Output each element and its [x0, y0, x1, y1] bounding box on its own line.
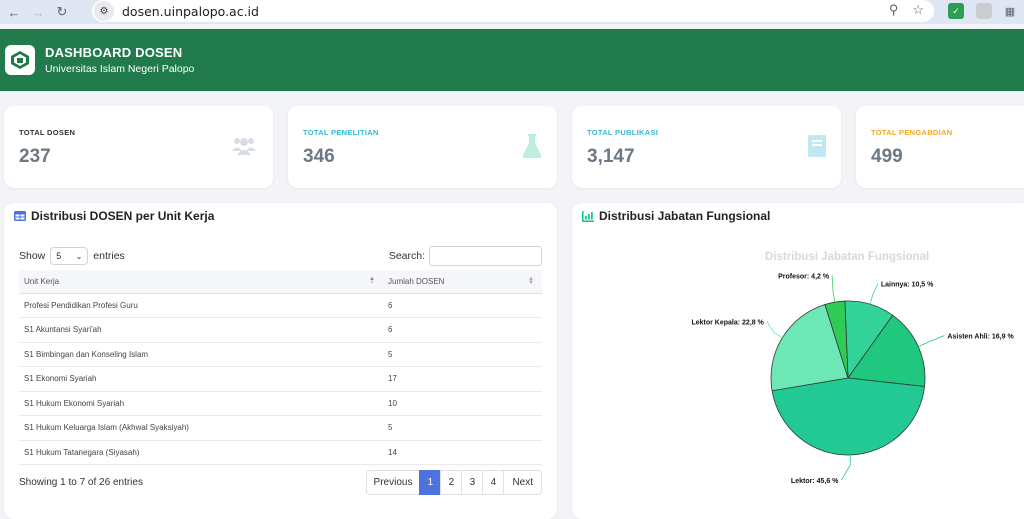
stat-card-total-pengabdian: TOTAL PENGABDIAN 499 — [856, 106, 1024, 188]
stat-label: TOTAL PUBLIKASI — [587, 128, 659, 137]
flask-icon — [522, 134, 542, 158]
stat-label: TOTAL PENELITIAN — [303, 128, 379, 137]
pagination-page-2[interactable]: 2 — [440, 469, 463, 495]
column-header-label: Jumlah DOSEN — [388, 276, 445, 286]
stat-value: 237 — [19, 146, 51, 167]
page-length-select[interactable]: 5 ⌄ — [50, 247, 89, 265]
pagination-page-3[interactable]: 3 — [461, 469, 484, 495]
cell-unit: Profesi Pendidikan Profesi Guru — [19, 293, 383, 318]
unit-kerja-panel: Distribusi DOSEN per Unit Kerja Show 5 ⌄… — [4, 203, 557, 519]
pie-slice[interactable] — [771, 377, 925, 456]
pie-label: Profesor: 4,2 % — [778, 273, 830, 280]
cell-unit: S1 Akuntansi Syari'ah — [19, 317, 383, 343]
cell-unit: S1 Bimbingan dan Konseling Islam — [19, 342, 383, 367]
cell-unit: S1 Ekonomi Syariah — [19, 366, 383, 392]
pagination-page-4[interactable]: 4 — [482, 469, 505, 495]
column-header-label: Unit Kerja — [24, 276, 60, 286]
pie-connector — [869, 283, 879, 305]
back-icon[interactable]: ← — [4, 2, 24, 22]
sort-icon: ▲ ▼ — [528, 276, 534, 286]
cell-count: 17 — [383, 366, 542, 392]
stat-value: 346 — [303, 146, 335, 167]
cell-count: 6 — [383, 317, 542, 343]
entries-label: entries — [93, 250, 125, 262]
column-header-unit-kerja[interactable]: Unit Kerja ▲ ▼ — [19, 270, 383, 294]
stat-label: TOTAL PENGABDIAN — [871, 128, 953, 137]
logo-icon — [11, 51, 29, 69]
table-row: S1 Bimbingan dan Konseling Islam 5 — [19, 342, 542, 367]
zoom-icon[interactable]: ⚲ — [889, 2, 899, 18]
stat-value: 499 — [871, 146, 903, 167]
chevron-down-icon: ⌄ — [75, 251, 83, 261]
pie-connector — [831, 275, 836, 303]
reload-icon[interactable]: ↻ — [52, 2, 72, 22]
cell-count: 5 — [383, 342, 542, 367]
pie-connector — [918, 335, 945, 347]
table-info: Showing 1 to 7 of 26 entries — [19, 476, 143, 488]
sort-asc-icon: ▲ ▼ — [369, 276, 375, 286]
address-bar[interactable]: ⚙ dosen.uinpalopo.ac.id ⚲ ☆ — [92, 0, 934, 22]
unit-kerja-table: Unit Kerja ▲ ▼ Jumlah DOSEN ▲ ▼ Profesi Pe… — [19, 270, 542, 465]
jabatan-chart-panel: Distribusi Jabatan Fungsional Distribusi… — [572, 203, 1024, 519]
puzzle-icon[interactable]: ▦ — [1002, 3, 1018, 19]
pagination-previous[interactable]: Previous — [365, 469, 421, 495]
url-text: dosen.uinpalopo.ac.id — [122, 3, 259, 19]
table-row: S1 Akuntansi Syari'ah 6 — [19, 317, 542, 343]
search-label: Search: — [388, 250, 425, 262]
page-title: DASHBOARD DOSEN — [45, 45, 183, 60]
cell-unit: S1 Hukum Keluarga Islam (Akhwal Syaksiya… — [19, 415, 383, 441]
shield-extension-icon[interactable]: ✓ — [948, 3, 964, 19]
panel-title: Distribusi DOSEN per Unit Kerja — [31, 209, 215, 223]
pie-label: Lektor Kepala: 22,8 % — [691, 319, 764, 326]
browser-toolbar: ← → ↻ ⚙ dosen.uinpalopo.ac.id ⚲ ☆ ✓ ▦ — [0, 0, 1024, 24]
pagination-next[interactable]: Next — [503, 469, 542, 495]
pie-chart: Lainnya: 10,5 % Asisten Ahli: 16,9 % Lekto… — [691, 273, 1014, 485]
users-icon — [232, 138, 256, 155]
table-row: Profesi Pendidikan Profesi Guru 6 — [19, 293, 542, 318]
search-input[interactable] — [429, 246, 542, 266]
table-row: S1 Ekonomi Syariah 17 — [19, 366, 542, 392]
pie-connector — [841, 454, 851, 481]
forward-icon[interactable]: → — [28, 2, 48, 22]
stat-card-total-publikasi: TOTAL PUBLIKASI 3,147 — [572, 106, 841, 188]
table-row: S1 Hukum Ekonomi Syariah 10 — [19, 391, 542, 416]
cell-unit: S1 Hukum Ekonomi Syariah — [19, 391, 383, 416]
pie-label: Asisten Ahli: 16,9 % — [947, 334, 1014, 341]
bookmark-star-icon[interactable]: ☆ — [912, 2, 924, 18]
table-icon — [14, 211, 26, 221]
stat-value: 3,147 — [587, 146, 635, 167]
page-subtitle: Universitas Islam Negeri Palopo — [45, 63, 195, 75]
cell-count: 6 — [383, 293, 542, 318]
table-row: S1 Hukum Keluarga Islam (Akhwal Syaksiya… — [19, 415, 542, 441]
table-row: S1 Hukum Tatanegara (Siyasah) 14 — [19, 440, 542, 465]
stat-card-total-penelitian: TOTAL PENELITIAN 346 — [288, 106, 557, 188]
cell-unit: S1 Hukum Tatanegara (Siyasah) — [19, 440, 383, 465]
column-header-jumlah[interactable]: Jumlah DOSEN ▲ ▼ — [383, 270, 542, 294]
pagination-page-1[interactable]: 1 — [419, 469, 442, 495]
pie-connector — [766, 321, 783, 339]
pagination: Previous 1 2 3 4 Next — [365, 469, 542, 495]
site-info-icon[interactable]: ⚙ — [94, 1, 114, 21]
show-label: Show — [19, 250, 46, 262]
stat-card-total-dosen: TOTAL DOSEN 237 — [4, 106, 273, 188]
pie-label: Lainnya: 10,5 % — [881, 282, 934, 289]
cell-count: 10 — [383, 391, 542, 416]
cell-count: 14 — [383, 440, 542, 465]
book-icon — [808, 135, 826, 157]
extension-icon[interactable] — [976, 3, 992, 19]
university-logo — [5, 45, 35, 75]
page-length-value: 5 — [56, 251, 62, 261]
stat-label: TOTAL DOSEN — [19, 128, 76, 137]
dashboard-header: DASHBOARD DOSEN Universitas Islam Negeri… — [0, 29, 1024, 91]
pie-label: Lektor: 45,6 % — [791, 478, 839, 485]
cell-count: 5 — [383, 415, 542, 441]
